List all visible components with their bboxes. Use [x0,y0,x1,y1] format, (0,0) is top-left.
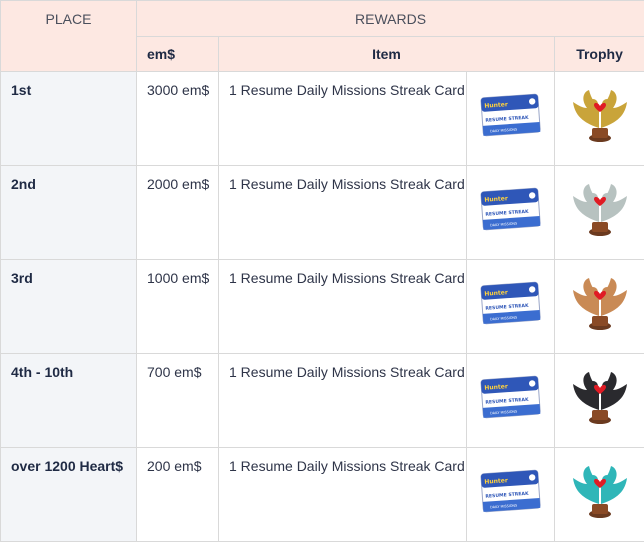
trophy-image [569,460,631,520]
place-cell: 3rd [1,260,137,354]
trophy-cell [555,72,644,166]
card-cell: Hunter RESUME STREAK DAILY MISSIONS [467,448,555,542]
item-label: 1 Resume Daily Missions Streak Card [229,458,465,474]
place-cell: 4th - 10th [1,354,137,448]
trophy-cell [555,448,644,542]
place-label: 1st [11,82,31,98]
item-label: 1 Resume Daily Missions Streak Card [229,176,465,192]
resume-streak-card-image: Hunter RESUME STREAK DAILY MISSIONS [480,92,541,137]
item-cell: 1 Resume Daily Missions Streak Card [219,448,467,542]
em-cell: 1000 em$ [137,260,219,354]
em-cell: 3000 em$ [137,72,219,166]
table-row: over 1200 Heart$ 200 em$ 1 Resume Daily … [1,448,644,542]
table-row: 3rd 1000 em$ 1 Resume Daily Missions Str… [1,260,644,354]
card-cell: Hunter RESUME STREAK DAILY MISSIONS [467,354,555,448]
place-label: over 1200 Heart$ [11,458,123,474]
rewards-header: REWARDS [137,1,644,37]
em-value: 2000 em$ [147,176,209,192]
card-cell: Hunter RESUME STREAK DAILY MISSIONS [467,72,555,166]
item-label: 1 Resume Daily Missions Streak Card [229,270,465,286]
rewards-table: PLACE REWARDS em$ Item Trophy 1st 3000 e… [0,0,644,542]
trophy-image [569,84,631,144]
card-cell: Hunter RESUME STREAK DAILY MISSIONS [467,260,555,354]
item-header: Item [219,37,555,72]
item-cell: 1 Resume Daily Missions Streak Card [219,354,467,448]
place-cell: 1st [1,72,137,166]
header-row-top: PLACE REWARDS [1,1,644,37]
em-value: 200 em$ [147,458,201,474]
place-label: 3rd [11,270,33,286]
em-value: 3000 em$ [147,82,209,98]
place-cell: 2nd [1,166,137,260]
trophy-cell [555,260,644,354]
resume-streak-card-image: Hunter RESUME STREAK DAILY MISSIONS [480,280,541,325]
trophy-cell [555,166,644,260]
em-cell: 2000 em$ [137,166,219,260]
em-cell: 200 em$ [137,448,219,542]
resume-streak-card-image: Hunter RESUME STREAK DAILY MISSIONS [480,186,541,231]
resume-streak-card-image: Hunter RESUME STREAK DAILY MISSIONS [480,374,541,419]
table-row: 4th - 10th 700 em$ 1 Resume Daily Missio… [1,354,644,448]
place-header: PLACE [1,1,137,72]
place-label: 4th - 10th [11,364,73,380]
trophy-image [569,178,631,238]
item-cell: 1 Resume Daily Missions Streak Card [219,260,467,354]
place-cell: over 1200 Heart$ [1,448,137,542]
table-body: 1st 3000 em$ 1 Resume Daily Missions Str… [1,72,644,542]
place-label: 2nd [11,176,36,192]
em-header: em$ [137,37,219,72]
item-cell: 1 Resume Daily Missions Streak Card [219,72,467,166]
trophy-cell [555,354,644,448]
trophy-header: Trophy [555,37,644,72]
trophy-image [569,366,631,426]
em-value: 700 em$ [147,364,201,380]
em-value: 1000 em$ [147,270,209,286]
card-cell: Hunter RESUME STREAK DAILY MISSIONS [467,166,555,260]
item-cell: 1 Resume Daily Missions Streak Card [219,166,467,260]
trophy-image [569,272,631,332]
item-label: 1 Resume Daily Missions Streak Card [229,364,465,380]
table-row: 1st 3000 em$ 1 Resume Daily Missions Str… [1,72,644,166]
table-row: 2nd 2000 em$ 1 Resume Daily Missions Str… [1,166,644,260]
item-label: 1 Resume Daily Missions Streak Card [229,82,465,98]
em-cell: 700 em$ [137,354,219,448]
